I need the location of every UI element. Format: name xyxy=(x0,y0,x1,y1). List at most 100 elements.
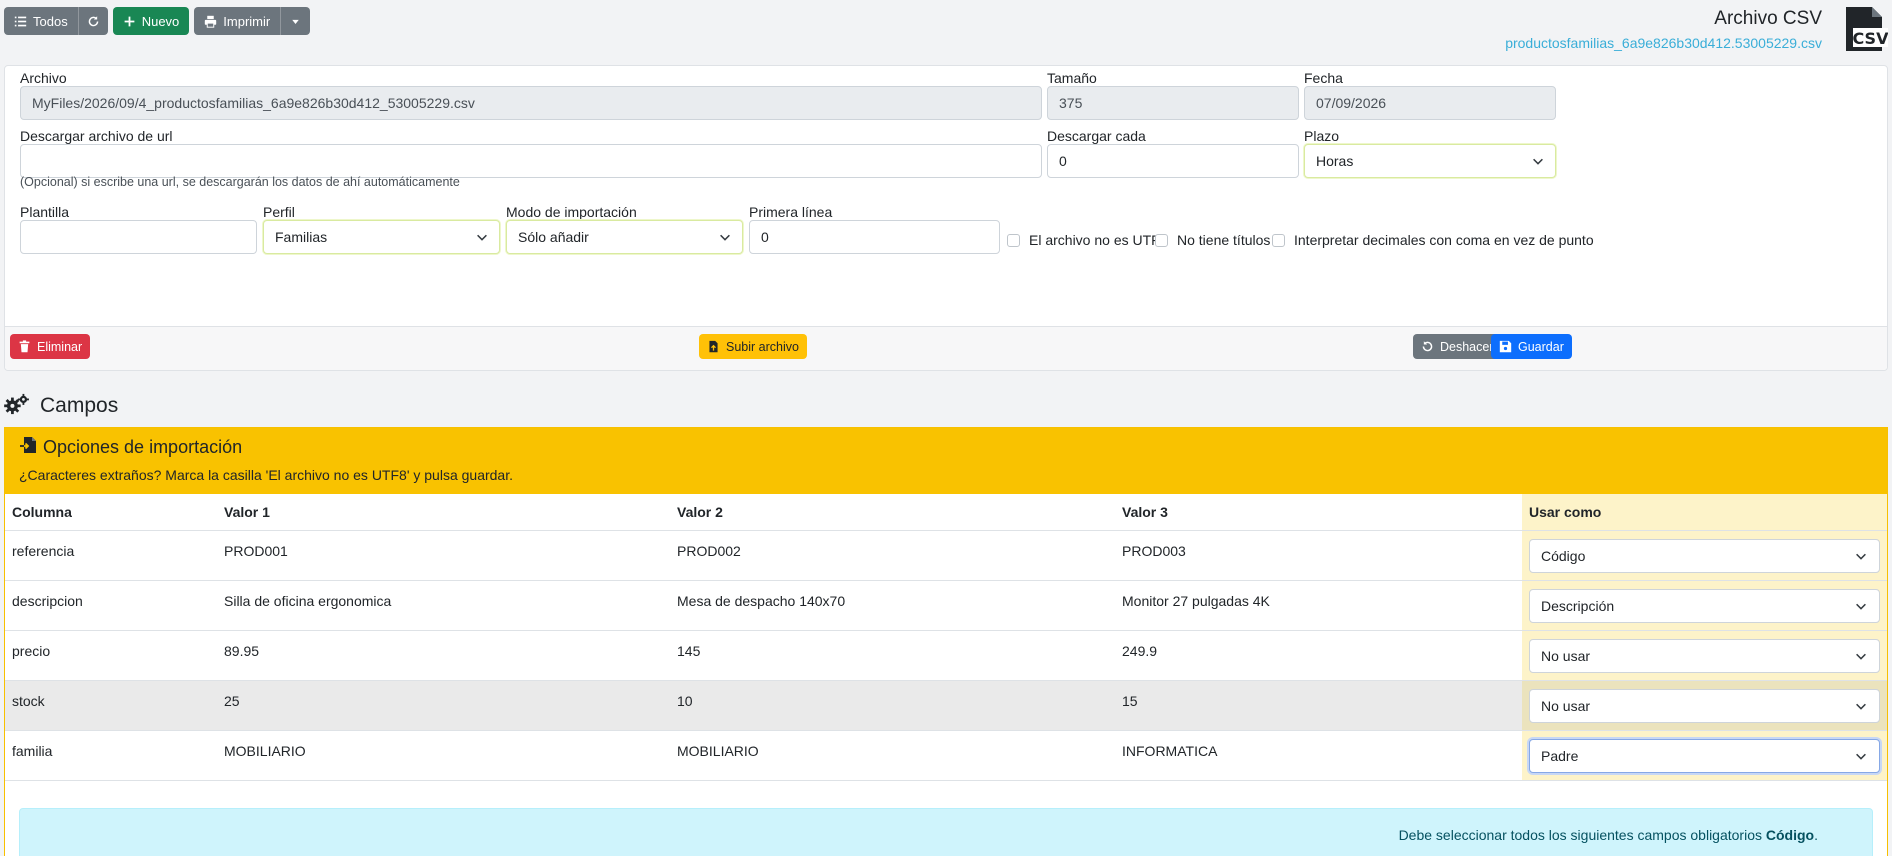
plantilla-label: Plantilla xyxy=(20,204,70,220)
chevron-down-icon xyxy=(1854,649,1868,663)
cell-valor-2: PROD002 xyxy=(670,530,1115,581)
undo-icon xyxy=(1421,340,1434,353)
import-options-panel: Opciones de importación ¿Caracteres extr… xyxy=(4,427,1888,856)
checkbox-box[interactable] xyxy=(1155,233,1168,247)
usar-como-select[interactable]: No usar xyxy=(1529,638,1880,673)
trash-icon xyxy=(18,340,31,353)
chevron-down-icon xyxy=(1854,599,1868,613)
decimales-coma-checkbox[interactable]: Interpretar decimales con coma en vez de… xyxy=(1272,232,1594,248)
descargar-cada-input[interactable]: 0 xyxy=(1047,144,1299,178)
cell-valor-3: Monitor 27 pulgadas 4K xyxy=(1115,580,1522,631)
usar-como-select[interactable]: Descripción xyxy=(1529,588,1880,623)
section-title-text: Campos xyxy=(40,393,119,417)
usar-como-select[interactable]: Código xyxy=(1529,538,1880,573)
modo-label: Modo de importación xyxy=(506,204,637,220)
list-icon xyxy=(14,15,27,28)
file-import-icon xyxy=(19,436,37,459)
new-button[interactable]: Nuevo xyxy=(112,7,190,35)
file-upload-icon xyxy=(707,340,720,353)
cell-valor-1: 25 xyxy=(217,680,670,731)
undo-button[interactable]: Deshacer xyxy=(1413,334,1502,359)
all-button[interactable]: Todos xyxy=(4,7,78,35)
import-options-header: Opciones de importación ¿Caracteres extr… xyxy=(5,428,1887,494)
no-titulos-label: No tiene títulos xyxy=(1177,232,1271,248)
header-usar-como: Usar como xyxy=(1522,494,1887,531)
fecha-label: Fecha xyxy=(1304,70,1343,86)
cell-valor-3: INFORMATICA xyxy=(1115,730,1522,781)
cell-valor-1: MOBILIARIO xyxy=(217,730,670,781)
plazo-value: Horas xyxy=(1316,153,1354,169)
section-title: Campos xyxy=(4,393,118,418)
tamano-field: 375 xyxy=(1047,86,1299,120)
cell-valor-2: 145 xyxy=(670,630,1115,681)
cell-columna: descripcion xyxy=(5,580,217,631)
url-hint: (Opcional) si escribe una url, se descar… xyxy=(20,175,460,189)
top-bar: Todos Nuevo Imprimir Archivo CSV product… xyxy=(0,0,1892,62)
alert-text: Debe seleccionar todos los siguientes ca… xyxy=(1398,827,1766,843)
cell-valor-1: PROD001 xyxy=(217,530,670,581)
checkbox-box[interactable] xyxy=(1007,233,1020,247)
cell-columna: familia xyxy=(5,730,217,781)
cell-usar-como: Descripción xyxy=(1522,580,1887,631)
table-row: familia MOBILIARIO MOBILIARIO INFORMATIC… xyxy=(5,730,1887,781)
cell-valor-3: PROD003 xyxy=(1115,530,1522,581)
save-button-label: Guardar xyxy=(1518,339,1564,354)
print-button-group: Imprimir xyxy=(194,7,311,35)
csv-file-icon: CSV xyxy=(1842,6,1889,52)
save-button[interactable]: Guardar xyxy=(1491,334,1572,359)
print-button[interactable]: Imprimir xyxy=(194,7,281,35)
required-fields-alert: Debe seleccionar todos los siguientes ca… xyxy=(19,808,1873,856)
card-footer: Eliminar Subir archivo Deshacer Guardar xyxy=(5,326,1887,370)
alert-required-field: Código xyxy=(1765,827,1815,843)
cell-columna: precio xyxy=(5,630,217,681)
usar-como-value: Padre xyxy=(1541,747,1579,764)
header-columna: Columna xyxy=(5,494,217,531)
columns-table: Columna Valor 1 Valor 2 Valor 3 Usar com… xyxy=(5,494,1887,781)
cell-usar-como: No usar xyxy=(1522,680,1887,731)
toolbar: Todos Nuevo Imprimir xyxy=(4,7,311,35)
refresh-icon xyxy=(87,15,100,28)
header-valor-2: Valor 2 xyxy=(670,494,1115,531)
cell-columna: stock xyxy=(5,680,217,731)
cell-valor-1: 89.95 xyxy=(217,630,670,681)
upload-file-button-label: Subir archivo xyxy=(726,339,799,354)
no-utf8-checkbox[interactable]: El archivo no es UTF8 xyxy=(1007,232,1168,248)
file-name-link[interactable]: productosfamilias_6a9e826b30d412.5300522… xyxy=(1505,35,1822,51)
url-input[interactable] xyxy=(20,144,1042,178)
floppy-disk-icon xyxy=(1499,340,1512,353)
usar-como-select[interactable]: No usar xyxy=(1529,688,1880,723)
plazo-select[interactable]: Horas xyxy=(1304,144,1556,178)
perfil-label: Perfil xyxy=(263,204,295,220)
print-button-label: Imprimir xyxy=(223,13,271,29)
cell-usar-como: Padre xyxy=(1522,730,1887,781)
new-button-label: Nuevo xyxy=(141,13,180,29)
plantilla-input[interactable] xyxy=(20,220,257,254)
no-utf8-label: El archivo no es UTF8 xyxy=(1029,232,1168,248)
checkbox-box[interactable] xyxy=(1272,233,1285,247)
refresh-button[interactable] xyxy=(77,7,108,35)
delete-button[interactable]: Eliminar xyxy=(10,334,91,359)
primera-linea-label: Primera línea xyxy=(749,204,833,220)
perfil-value: Familias xyxy=(275,229,328,245)
no-titulos-checkbox[interactable]: No tiene títulos xyxy=(1155,232,1270,248)
table-row: referencia PROD001 PROD002 PROD003 Códig… xyxy=(5,530,1887,581)
modo-select[interactable]: Sólo añadir xyxy=(506,220,743,254)
usar-como-value: No usar xyxy=(1541,697,1591,714)
delete-button-label: Eliminar xyxy=(37,339,83,354)
file-form-card: Archivo MyFiles/2026/09/4_productosfamil… xyxy=(4,65,1888,371)
url-label: Descargar archivo de url xyxy=(20,128,173,144)
print-dropdown-toggle[interactable] xyxy=(280,7,311,35)
table-row: descripcion Silla de oficina ergonomica … xyxy=(5,580,1887,631)
perfil-select[interactable]: Familias xyxy=(263,220,500,254)
cell-usar-como: No usar xyxy=(1522,630,1887,681)
import-options-subtitle: ¿Caracteres extraños? Marca la casilla '… xyxy=(19,467,513,483)
usar-como-select[interactable]: Padre xyxy=(1529,738,1880,773)
plazo-label: Plazo xyxy=(1304,128,1340,144)
table-row: stock 25 10 15 No usar xyxy=(5,680,1887,731)
upload-file-button[interactable]: Subir archivo xyxy=(699,334,807,359)
usar-como-value: Código xyxy=(1541,547,1586,564)
archivo-label: Archivo xyxy=(20,70,67,86)
usar-como-value: No usar xyxy=(1541,647,1591,664)
primera-linea-input[interactable]: 0 xyxy=(749,220,1000,254)
header-valor-1: Valor 1 xyxy=(217,494,670,531)
